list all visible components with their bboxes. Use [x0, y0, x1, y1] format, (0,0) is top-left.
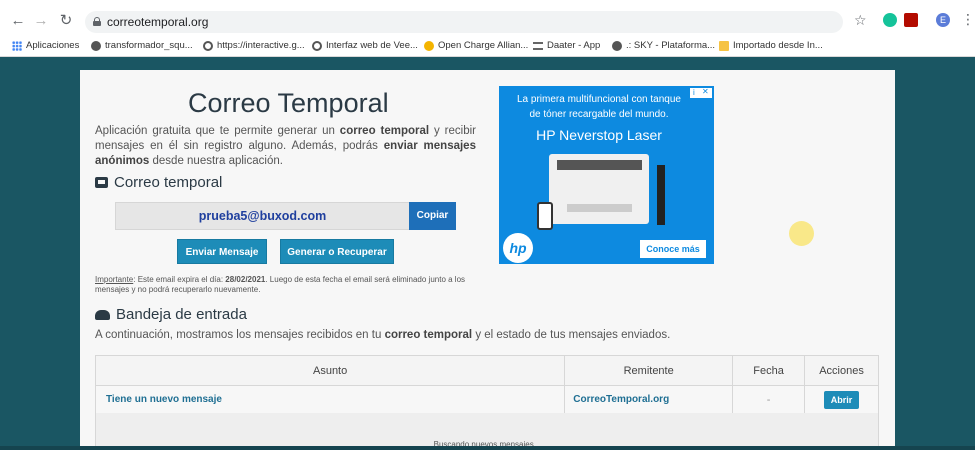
- pdf-extension-icon[interactable]: [904, 13, 918, 27]
- bookmarks-bar: Aplicaciones transformador_squ... https:…: [0, 38, 975, 56]
- temp-email-field[interactable]: prueba5@buxod.com: [115, 202, 410, 230]
- url-field[interactable]: correotemporal.org: [85, 11, 843, 33]
- message-date: -: [732, 385, 806, 414]
- message-subject[interactable]: Tiene un nuevo mensaje: [94, 385, 566, 414]
- cursor-highlight: [789, 221, 814, 246]
- bookmark-item[interactable]: https://interactive.g...: [203, 40, 305, 51]
- mailbox-heading: Correo temporal: [95, 174, 222, 191]
- ad-title: HP Neverstop Laser: [536, 127, 662, 143]
- column-header: Fecha: [732, 355, 806, 386]
- menu-kebab-icon[interactable]: ⋮: [961, 11, 975, 28]
- main-content: Correo Temporal Aplicación gratuita que …: [80, 70, 895, 450]
- chrome-icon: [91, 40, 101, 51]
- forward-icon[interactable]: →: [33, 13, 49, 29]
- message-sender: CorreoTemporal.org: [564, 385, 734, 414]
- reload-icon[interactable]: ↻: [58, 13, 74, 29]
- phone-image: [537, 202, 553, 230]
- send-message-button[interactable]: Enviar Mensaje: [177, 239, 267, 264]
- page-bottom-bar: [0, 446, 975, 450]
- bookmark-item[interactable]: Interfaz web de Vee...: [312, 40, 418, 51]
- bookmark-item[interactable]: Open Charge Allian...: [424, 40, 528, 51]
- menu-icon: [533, 41, 543, 50]
- lock-icon: [93, 17, 101, 26]
- globe-icon: [312, 40, 322, 51]
- message-action-cell: Abrir: [804, 385, 879, 414]
- ad-text-line: de tóner recargable del mundo.: [529, 109, 669, 120]
- hp-logo: hp: [503, 233, 533, 263]
- back-icon[interactable]: ←: [10, 13, 26, 29]
- table-row[interactable]: Tiene un nuevo mensaje CorreoTemporal.or…: [94, 385, 879, 414]
- column-header: Asunto: [94, 355, 566, 386]
- open-message-button[interactable]: Abrir: [824, 390, 860, 409]
- page-title: Correo Temporal: [188, 88, 389, 118]
- bookmark-item[interactable]: Importado desde In...: [719, 40, 823, 51]
- table-header-row: Asunto Remitente Fecha Acciones: [94, 355, 879, 386]
- page-description: Aplicación gratuita que te permite gener…: [95, 125, 476, 167]
- globe-icon: [203, 40, 213, 51]
- bookmark-item[interactable]: .: SKY - Plataforma...: [612, 40, 715, 51]
- inbox-intro: A continuación, mostramos los mensajes r…: [95, 329, 671, 341]
- generate-recover-button[interactable]: Generar o Recuperar: [280, 239, 394, 264]
- address-bar-row: ← → ↻ correotemporal.org ☆ E ⋮: [0, 9, 975, 35]
- bookmark-icon: [424, 40, 434, 51]
- column-header: Acciones: [804, 355, 879, 386]
- grammarly-extension-icon[interactable]: [883, 13, 897, 27]
- mail-icon: [95, 177, 108, 188]
- apps-icon: [12, 40, 22, 51]
- profile-avatar[interactable]: E: [936, 13, 950, 27]
- bookmark-item[interactable]: transformador_squ...: [91, 40, 193, 51]
- ad-banner[interactable]: La primera multifuncional con tanque de …: [499, 86, 714, 264]
- bookmark-star-icon[interactable]: ☆: [854, 12, 867, 29]
- searching-status: Buscando nuevos mensajes...: [95, 413, 879, 450]
- url-text: correotemporal.org: [107, 15, 209, 29]
- bookmark-item[interactable]: Daater - App: [533, 40, 600, 51]
- copy-button[interactable]: Copiar: [409, 202, 456, 230]
- column-header: Remitente: [564, 355, 734, 386]
- chrome-icon: [612, 40, 622, 51]
- browser-toolbar: ← → ↻ correotemporal.org ☆ E ⋮ Aplicacio…: [0, 0, 975, 57]
- inbox-table: Asunto Remitente Fecha Acciones Tiene un…: [94, 355, 879, 414]
- ad-text-line: La primera multifuncional con tanque: [517, 94, 681, 105]
- inbox-heading: Bandeja de entrada: [95, 306, 247, 323]
- expiry-note: Importante: Este email expira el día: 28…: [95, 275, 466, 294]
- ad-cta-button[interactable]: Conoce más: [640, 240, 706, 258]
- printer-image: [549, 154, 649, 224]
- folder-icon: [719, 40, 729, 51]
- bookmark-item[interactable]: Aplicaciones: [12, 40, 79, 51]
- toner-image: [657, 165, 665, 225]
- inbox-icon: [95, 309, 110, 320]
